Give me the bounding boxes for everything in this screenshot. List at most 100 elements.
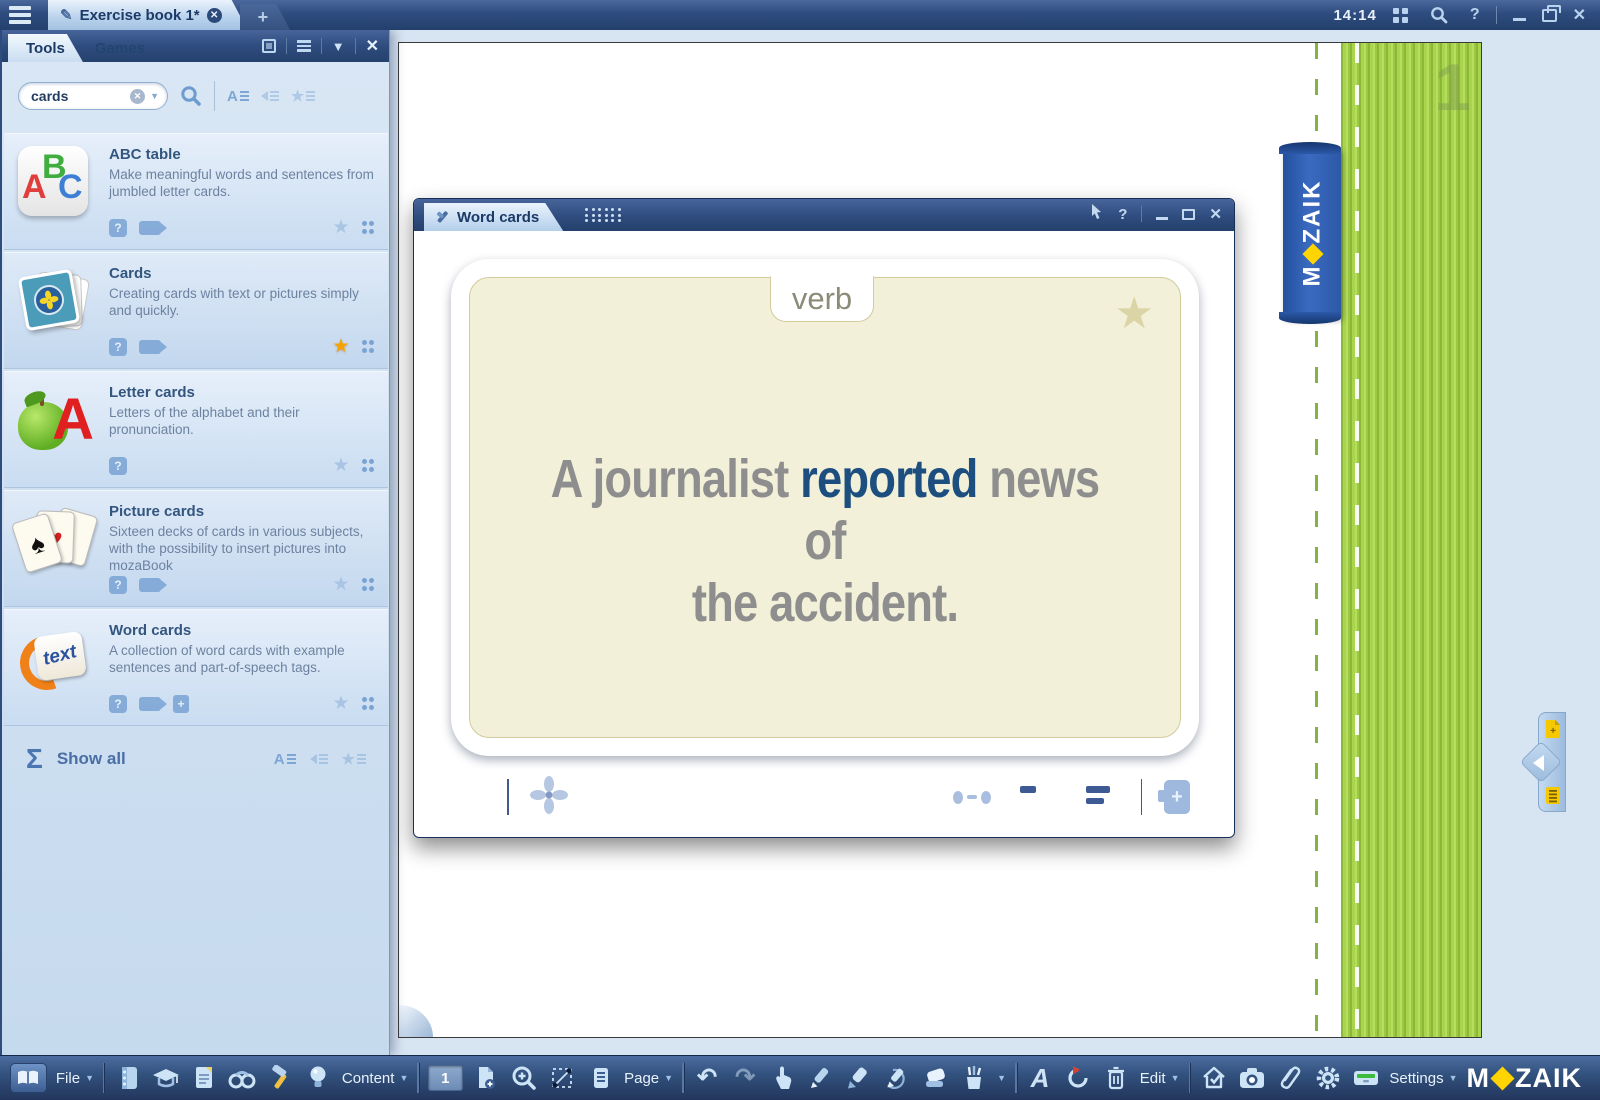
- compass-pen-icon[interactable]: [883, 1063, 912, 1093]
- drawer-icon[interactable]: [1351, 1063, 1380, 1093]
- page-number-box[interactable]: 1: [428, 1065, 463, 1091]
- trash-icon[interactable]: [1102, 1063, 1131, 1093]
- sort-alpha-icon[interactable]: A: [227, 88, 249, 105]
- add-content-icon[interactable]: +: [173, 695, 189, 713]
- help-icon[interactable]: ?: [109, 576, 127, 594]
- help-icon[interactable]: ?: [109, 695, 127, 713]
- pointer-mode-icon[interactable]: [1089, 203, 1104, 225]
- double-card-view-icon[interactable]: [1077, 780, 1119, 814]
- zoom-icon[interactable]: [510, 1063, 539, 1093]
- sort-favorites-icon[interactable]: ★: [291, 87, 315, 105]
- tab-exercise-book[interactable]: ✎ Exercise book 1* ✕: [48, 0, 248, 30]
- close-icon[interactable]: ✕: [1573, 5, 1586, 25]
- lightbulb-icon[interactable]: [304, 1063, 333, 1093]
- pin-grid-icon[interactable]: [362, 459, 375, 472]
- dialog-maximize-icon[interactable]: [1182, 209, 1195, 220]
- text-tool-icon[interactable]: A: [1026, 1063, 1055, 1093]
- sort-favorites-icon[interactable]: ★: [342, 750, 366, 768]
- sort-type-icon[interactable]: [310, 750, 328, 768]
- favorite-star-icon[interactable]: ★: [332, 454, 349, 477]
- sort-alpha-icon[interactable]: A: [274, 750, 296, 768]
- pin-grid-icon[interactable]: [362, 697, 375, 710]
- tab-games[interactable]: Games: [73, 34, 163, 62]
- binoculars-icon[interactable]: [228, 1063, 257, 1093]
- paperclip-icon[interactable]: [1275, 1063, 1304, 1093]
- gear-icon[interactable]: [1313, 1063, 1342, 1093]
- notebook-icon[interactable]: [113, 1063, 142, 1093]
- video-tutorial-icon[interactable]: [139, 221, 161, 235]
- collapse-panel-icon[interactable]: ▼: [332, 39, 345, 54]
- edit-menu[interactable]: Edit▼: [1140, 1070, 1180, 1087]
- tool-item-abc-table[interactable]: ABC ABC table Make meaningful words and …: [4, 133, 388, 250]
- search-icon[interactable]: [1424, 0, 1454, 30]
- restore-icon[interactable]: [1542, 9, 1557, 22]
- search-submit-icon[interactable]: [180, 85, 202, 107]
- clear-search-icon[interactable]: ✕: [130, 89, 145, 104]
- page-curl[interactable]: [399, 1005, 433, 1037]
- tab-close-icon[interactable]: ✕: [207, 8, 222, 23]
- tool-item-word-cards[interactable]: text Word cards A collection of word car…: [4, 609, 388, 726]
- card-favorite-star-icon[interactable]: ★: [1115, 288, 1154, 339]
- help-icon[interactable]: ?: [109, 338, 127, 356]
- marker-icon[interactable]: [845, 1063, 874, 1093]
- minimize-icon[interactable]: [1513, 18, 1526, 21]
- pen-icon[interactable]: [807, 1063, 836, 1093]
- undo-icon[interactable]: ↶: [693, 1063, 722, 1093]
- dialog-titlebar[interactable]: Word cards ? ✕: [414, 199, 1234, 231]
- tool-item-letter-cards[interactable]: A Letter cards Letters of the alphabet a…: [4, 371, 388, 488]
- pin-grid-icon[interactable]: [362, 578, 375, 591]
- help-icon[interactable]: ?: [1470, 6, 1480, 24]
- video-tutorial-icon[interactable]: [139, 340, 161, 354]
- search-input[interactable]: cards ✕ ▼: [18, 82, 168, 110]
- page-edge-stripes[interactable]: 1: [1341, 43, 1481, 1037]
- card-size-toggle-icon[interactable]: [953, 791, 991, 804]
- graduation-cap-icon[interactable]: [152, 1063, 181, 1093]
- drag-handle-icon[interactable]: [585, 208, 622, 222]
- hammer-icon[interactable]: [266, 1063, 295, 1093]
- tool-item-cards[interactable]: Cards Creating cards with text or pictur…: [4, 252, 388, 369]
- mozaik-bookmark[interactable]: MZAIK: [1283, 148, 1341, 318]
- main-menu-icon[interactable]: [0, 0, 40, 30]
- pin-grid-icon[interactable]: [362, 221, 375, 234]
- favorite-star-icon[interactable]: ★: [332, 573, 349, 596]
- help-icon[interactable]: ?: [109, 219, 127, 237]
- pen-cup-dropdown[interactable]: ▼: [997, 1073, 1006, 1083]
- shuffle-ornament-icon[interactable]: [529, 775, 569, 820]
- home-check-icon[interactable]: [1199, 1063, 1228, 1093]
- tool-item-picture-cards[interactable]: ♥ ♠ Picture cards Sixteen decks of cards…: [4, 490, 388, 607]
- favorite-star-icon[interactable]: ★: [332, 216, 349, 239]
- video-tutorial-icon[interactable]: [139, 697, 161, 711]
- file-menu[interactable]: File▼: [56, 1070, 94, 1087]
- notes-icon[interactable]: [586, 1063, 615, 1093]
- dialog-minimize-icon[interactable]: [1156, 217, 1168, 220]
- single-card-view-icon[interactable]: [1013, 780, 1055, 814]
- search-history-icon[interactable]: ▼: [150, 91, 159, 101]
- sort-type-icon[interactable]: [261, 91, 279, 101]
- card-grid-view-icon[interactable]: [458, 783, 487, 812]
- dialog-close-icon[interactable]: ✕: [1209, 205, 1222, 223]
- dialog-help-icon[interactable]: ?: [1118, 206, 1127, 223]
- video-tutorial-icon[interactable]: [139, 578, 161, 592]
- list-view-icon[interactable]: [297, 40, 311, 52]
- add-page-icon[interactable]: [472, 1063, 501, 1093]
- favorite-star-icon[interactable]: ★: [332, 692, 349, 715]
- eraser-icon[interactable]: [921, 1063, 950, 1093]
- close-panel-icon[interactable]: ✕: [366, 36, 379, 56]
- tab-tools[interactable]: Tools: [8, 34, 83, 62]
- path-select-icon[interactable]: [548, 1063, 577, 1093]
- show-all-button[interactable]: Show all: [57, 749, 126, 769]
- pen-cup-icon[interactable]: [959, 1063, 988, 1093]
- page-menu[interactable]: Page▼: [624, 1070, 673, 1087]
- page-side-panel[interactable]: +: [1538, 712, 1566, 812]
- settings-menu[interactable]: Settings▼: [1389, 1070, 1457, 1087]
- pin-grid-icon[interactable]: [362, 340, 375, 353]
- redo-icon[interactable]: ↷: [731, 1063, 760, 1093]
- detach-panel-icon[interactable]: [262, 39, 276, 53]
- hand-pointer-icon[interactable]: [769, 1063, 798, 1093]
- book-icon[interactable]: [10, 1063, 47, 1093]
- favorite-star-icon[interactable]: ★: [332, 335, 349, 358]
- help-icon[interactable]: ?: [109, 457, 127, 475]
- content-menu[interactable]: Content▼: [342, 1070, 408, 1087]
- camera-icon[interactable]: [1237, 1063, 1266, 1093]
- rotate-icon[interactable]: [1064, 1063, 1093, 1093]
